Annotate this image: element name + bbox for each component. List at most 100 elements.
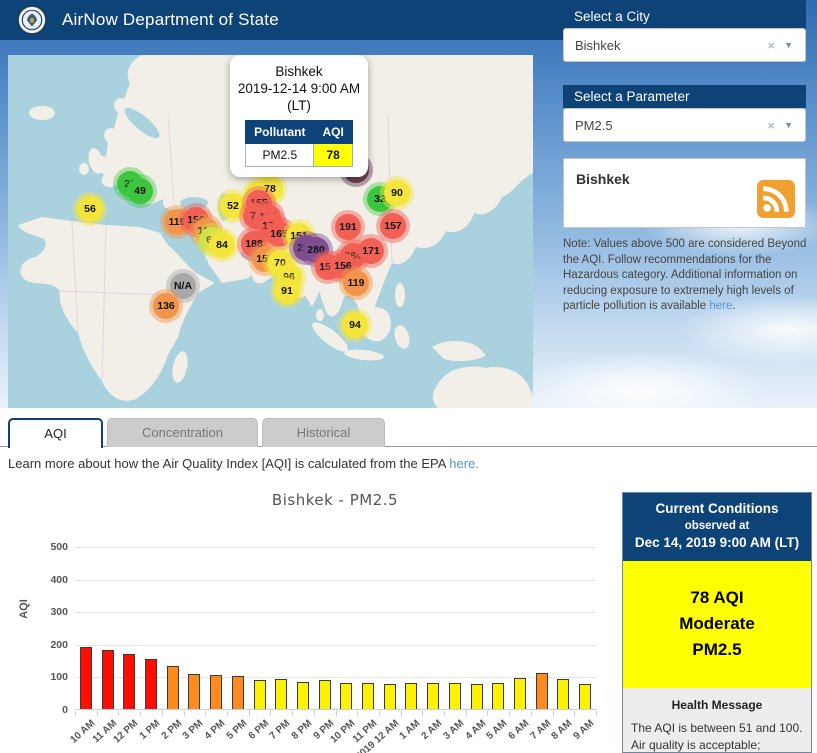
- health-message-text: The AQI is between 51 and 100. Air quali…: [631, 721, 803, 752]
- chart-x-tick: [270, 711, 272, 716]
- parameter-select[interactable]: PM2.5 × ▼: [563, 108, 806, 142]
- map-marker[interactable]: 191: [335, 214, 361, 240]
- chart-x-tick-label: 8 PM: [289, 718, 315, 742]
- popup-datetime: 2019-12-14 9:00 AM (LT): [237, 81, 361, 113]
- parameter-clear-icon[interactable]: ×: [758, 118, 784, 133]
- chart-x-tick: [509, 711, 511, 716]
- chart-x-tick: [226, 711, 228, 716]
- chart-x-tick: [140, 711, 142, 716]
- chart-x-tick-label: 3 PM: [181, 718, 206, 742]
- chart-gridline: [75, 579, 596, 581]
- map-marker[interactable]: 119: [343, 270, 369, 296]
- chart-x-tick: [552, 711, 554, 716]
- popup-aqi-header: AQI: [313, 120, 353, 144]
- chart-bar: [79, 647, 92, 709]
- world-aqi-map[interactable]: 2549565211915611960846678155711941781651…: [8, 55, 533, 408]
- chart-x-tick-label: 5 PM: [224, 718, 250, 742]
- chart-x-tick: [248, 711, 250, 716]
- tab-concentration[interactable]: Concentration: [107, 418, 258, 447]
- chart-x-tick: [378, 711, 380, 716]
- chart-x-tick-label: 7 AM: [528, 718, 554, 742]
- popup-aqi-value: 78: [313, 143, 353, 167]
- map-marker[interactable]: 49: [127, 178, 153, 204]
- chart-bar: [405, 682, 418, 709]
- map-marker[interactable]: 157: [380, 213, 406, 239]
- map-marker[interactable]: 91: [274, 278, 300, 304]
- chart-bar: [383, 683, 396, 709]
- chart-x-tick: [183, 711, 185, 716]
- chart-x-tick-label: 4 AM: [463, 718, 488, 742]
- chart-x-tick: [96, 711, 98, 716]
- tab-historical[interactable]: Historical: [262, 418, 385, 447]
- chart-x-tick: [422, 711, 424, 716]
- chart-x-tick: [444, 711, 446, 716]
- chart-x-tick: [335, 711, 337, 716]
- tab-aqi[interactable]: AQI: [8, 418, 103, 448]
- chart-x-tick-label: 1 AM: [397, 718, 423, 742]
- chart-y-tick-label: 500: [50, 541, 68, 553]
- chart-x-tick: [118, 711, 120, 716]
- map-marker[interactable]: 136: [153, 293, 179, 319]
- chart-gridline: [75, 644, 596, 646]
- aqi-value-line: 78 AQI: [690, 588, 744, 607]
- chart-bar: [231, 676, 244, 709]
- beyond-aqi-note: Note: Values above 500 are considered Be…: [563, 237, 811, 315]
- chart-x-tick-label: 8 AM: [549, 718, 575, 742]
- parameter-select-value: PM2.5: [575, 117, 613, 133]
- map-marker[interactable]: 94: [342, 312, 368, 338]
- city-clear-icon[interactable]: ×: [758, 38, 784, 53]
- learn-more-text: Learn more about how the Air Quality Ind…: [8, 456, 479, 471]
- chart-x-tick-label: 9 AM: [571, 718, 597, 742]
- chart-x-tick-label: 4 PM: [202, 718, 228, 742]
- learn-more-link[interactable]: here.: [449, 456, 479, 471]
- chart-bar: [557, 679, 570, 709]
- parameter-caret-icon[interactable]: ▼: [784, 120, 805, 130]
- chart-x-tick: [465, 711, 467, 716]
- chart-bar: [296, 681, 309, 709]
- chart-bar: [427, 682, 440, 709]
- city-select[interactable]: Bishkek × ▼: [563, 28, 806, 62]
- note-text: Note: Values above 500 are considered Be…: [563, 238, 807, 312]
- chart-bar: [166, 666, 179, 709]
- chart-bar: [535, 672, 548, 709]
- map-marker[interactable]: 84: [209, 232, 235, 258]
- chart-x-tick-label: 2 AM: [419, 718, 445, 742]
- map-marker[interactable]: 171: [358, 238, 384, 264]
- chart-y-tick-label: 300: [50, 606, 68, 619]
- map-marker[interactable]: 90: [384, 180, 410, 206]
- chart-x-tick-label: 6 PM: [246, 718, 271, 742]
- note-period: .: [732, 300, 736, 312]
- chart-y-tick-label: 200: [50, 638, 68, 651]
- map-marker[interactable]: 56: [77, 196, 103, 222]
- popup-table: Pollutant AQI PM2.5 78: [245, 120, 353, 167]
- chart-bar: [340, 682, 353, 709]
- chart-x-tick-label: 2 PM: [159, 718, 185, 742]
- popup-pollutant-header: Pollutant: [245, 120, 315, 144]
- city-caret-icon[interactable]: ▼: [784, 40, 805, 50]
- chart-y-axis-label: AQI: [17, 599, 30, 619]
- chart-x-tick-label: 10 AM: [68, 718, 98, 746]
- chart-x-tick-label: 5 AM: [484, 718, 510, 742]
- note-here-link[interactable]: here: [709, 300, 732, 312]
- popup-city: Bishkek: [275, 64, 323, 79]
- chart-bar: [123, 654, 136, 709]
- chart-x-tick: [205, 711, 207, 716]
- chart-bar: [362, 683, 375, 709]
- chart-bar: [514, 678, 527, 709]
- chart-bar: [253, 680, 266, 709]
- chart-bar: [144, 659, 157, 709]
- chart-bar: [101, 650, 114, 709]
- chart-y-tick-label: 0: [62, 704, 68, 716]
- select-parameter-header: Select a Parameter: [563, 85, 806, 108]
- chart-x-tick-label: 3 AM: [441, 718, 467, 742]
- learn-more-label: Learn more about how the Air Quality Ind…: [8, 456, 450, 471]
- rss-icon[interactable]: [757, 180, 795, 218]
- chart-x-tick: [292, 711, 294, 716]
- observed-time: Dec 14, 2019 9:00 AM (LT): [634, 535, 800, 550]
- chart-x-tick: [313, 711, 315, 716]
- chart-bar: [188, 673, 201, 709]
- chart-x-tick: [400, 711, 402, 716]
- rss-feed-box: Bishkek: [563, 158, 806, 228]
- chart-bar: [492, 682, 505, 709]
- chart-x-tick: [357, 711, 359, 716]
